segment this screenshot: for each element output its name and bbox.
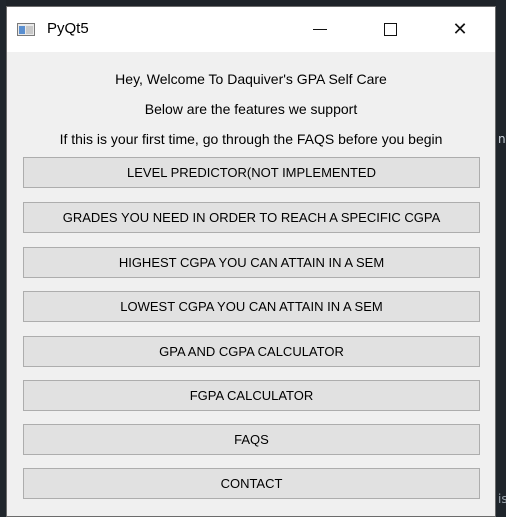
maximize-button[interactable]: [367, 7, 413, 52]
close-icon: ✕: [452, 19, 468, 40]
level-predictor-button[interactable]: LEVEL PREDICTOR(NOT IMPLEMENTED: [23, 157, 480, 188]
grades-needed-button[interactable]: GRADES YOU NEED IN ORDER TO REACH A SPEC…: [23, 202, 480, 233]
minimize-icon: [313, 29, 327, 30]
highest-cgpa-button[interactable]: HIGHEST CGPA YOU CAN ATTAIN IN A SEM: [23, 247, 480, 278]
background-text-fragment: is: [498, 492, 506, 506]
lowest-cgpa-button[interactable]: LOWEST CGPA YOU CAN ATTAIN IN A SEM: [23, 291, 480, 322]
faqs-button[interactable]: FAQS: [23, 424, 480, 455]
fgpa-calculator-button[interactable]: FGPA CALCULATOR: [23, 380, 480, 411]
app-window: PyQt5 ✕ Hey, Welcome To Daquiver's GPA S…: [6, 6, 496, 517]
app-icon: [17, 23, 35, 36]
minimize-button[interactable]: [297, 7, 343, 52]
title-bar[interactable]: PyQt5 ✕: [7, 7, 495, 52]
features-text: Below are the features we support: [144, 101, 358, 117]
welcome-text: Hey, Welcome To Daquiver's GPA Self Care: [115, 71, 387, 87]
window-title: PyQt5: [47, 20, 89, 37]
desktop-background-right: [496, 0, 506, 517]
gpa-cgpa-calculator-button[interactable]: GPA AND CGPA CALCULATOR: [23, 336, 480, 367]
maximize-icon: [383, 23, 397, 36]
contact-button[interactable]: CONTACT: [23, 468, 480, 499]
background-text-fragment: nt: [498, 132, 506, 146]
faq-hint-text: If this is your first time, go through t…: [59, 131, 443, 147]
close-button[interactable]: ✕: [437, 7, 483, 52]
